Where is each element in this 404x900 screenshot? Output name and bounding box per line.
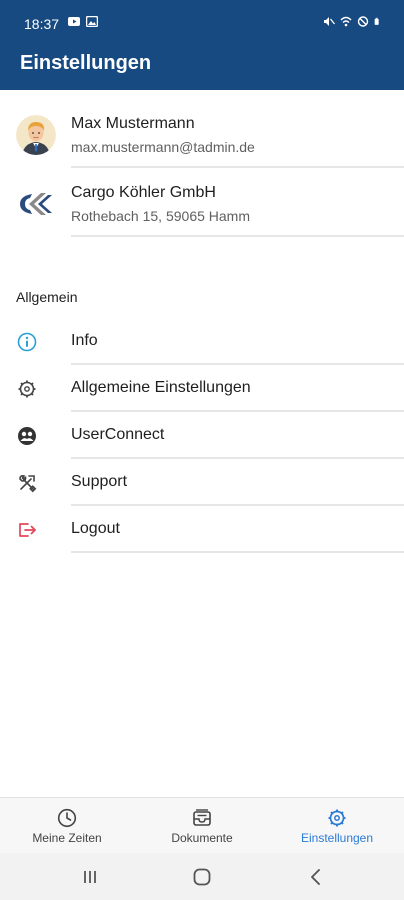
back-icon[interactable] — [304, 865, 328, 889]
status-bar: 18:37 — [0, 0, 404, 44]
page-title: Einstellungen — [20, 52, 152, 74]
clock-icon — [57, 808, 77, 828]
mute-icon — [324, 17, 335, 26]
menu-item-label: UserConnect — [71, 426, 165, 443]
menu-item-label: Logout — [71, 520, 120, 537]
image-notification-icon — [86, 16, 98, 27]
battery-icon — [374, 17, 379, 25]
info-icon — [17, 332, 37, 352]
menu-item-label: Info — [71, 332, 98, 349]
menu-item-label: Allgemeine Einstellungen — [71, 379, 251, 396]
nav-tab-meine-zeiten[interactable]: Meine Zeiten — [0, 798, 134, 854]
divider — [71, 235, 404, 237]
menu-item-support[interactable]: Support — [0, 459, 404, 506]
divider — [71, 551, 404, 553]
do-not-disturb-icon — [357, 16, 369, 27]
system-navigation-bar — [0, 853, 404, 900]
bottom-navigation: Meine Zeiten Dokumente Einstellungen — [0, 797, 404, 853]
company-profile-row[interactable]: Cargo Köhler GmbH Rothebach 15, 59065 Ha… — [0, 168, 404, 237]
user-name: Max Mustermann — [71, 115, 195, 132]
youtube-notification-icon — [68, 17, 80, 26]
company-name: Cargo Köhler GmbH — [71, 184, 216, 201]
nav-tab-einstellungen[interactable]: Einstellungen — [270, 798, 404, 854]
logout-icon — [19, 523, 36, 537]
app-bar: Einstellungen — [0, 44, 404, 90]
menu-item-logout[interactable]: Logout — [0, 506, 404, 553]
nav-tab-label: Meine Zeiten — [32, 831, 102, 845]
recent-apps-icon[interactable] — [78, 865, 102, 889]
wifi-icon — [340, 16, 352, 27]
company-logo — [20, 193, 52, 215]
menu-item-label: Support — [71, 473, 128, 490]
user-avatar — [16, 115, 56, 155]
status-time: 18:37 — [24, 16, 60, 32]
section-header-allgemein: Allgemein — [16, 289, 78, 305]
tools-icon — [19, 475, 37, 493]
gear-icon — [18, 380, 36, 398]
user-email: max.mustermann@tadmin.de — [71, 139, 255, 155]
menu-item-userconnect[interactable]: UserConnect — [0, 412, 404, 459]
settings-icon — [328, 809, 346, 827]
users-icon — [18, 427, 36, 445]
company-address: Rothebach 15, 59065 Hamm — [71, 208, 250, 224]
home-icon[interactable] — [190, 865, 214, 889]
nav-tab-dokumente[interactable]: Dokumente — [135, 798, 269, 854]
menu-item-info[interactable]: Info — [0, 318, 404, 365]
user-profile-row[interactable]: Max Mustermann max.mustermann@tadmin.de — [0, 99, 404, 168]
inbox-icon — [193, 809, 211, 826]
nav-tab-label: Dokumente — [171, 831, 233, 845]
menu-item-allgemeine-einstellungen[interactable]: Allgemeine Einstellungen — [0, 365, 404, 412]
nav-tab-label: Einstellungen — [300, 831, 374, 845]
